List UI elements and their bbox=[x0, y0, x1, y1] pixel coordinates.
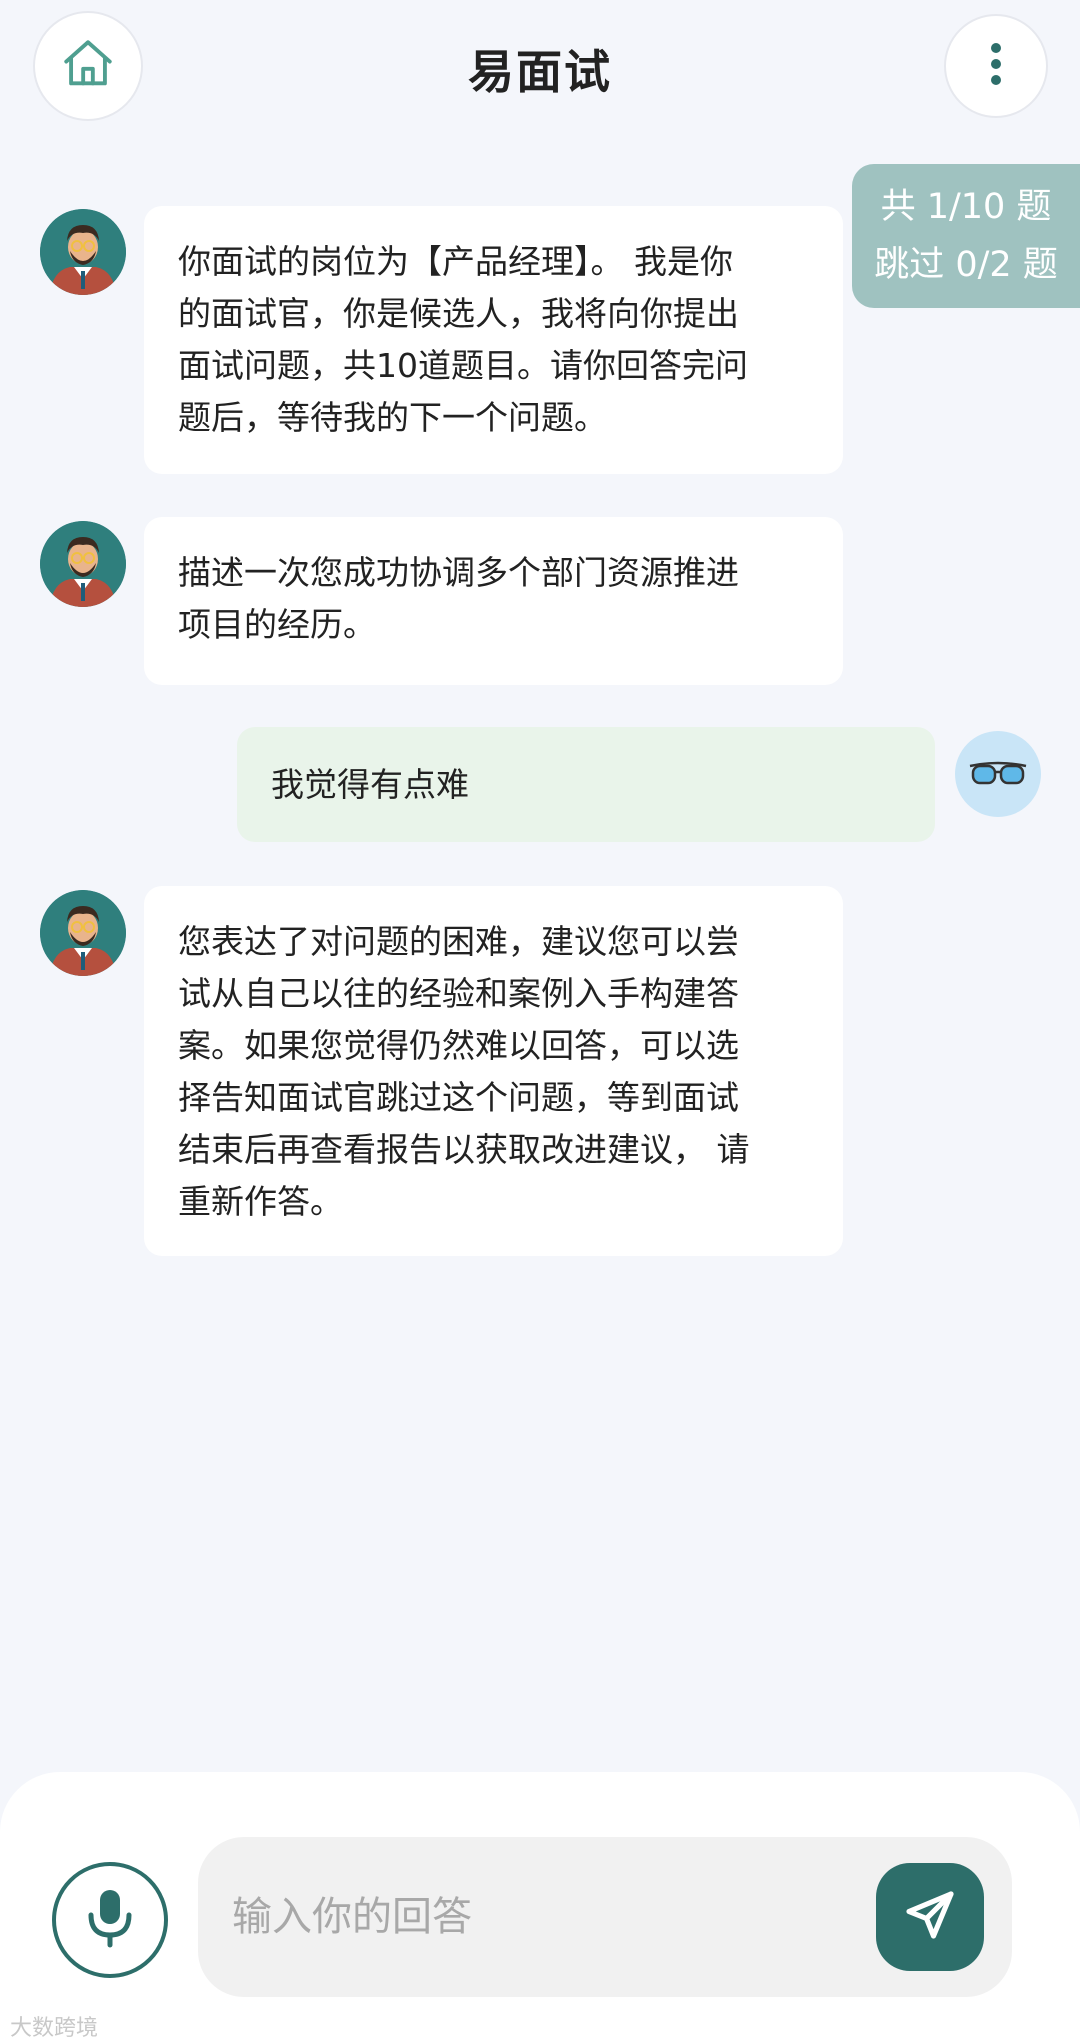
message-line: 面试问题，共10道题目。请你回答完问 bbox=[178, 346, 748, 385]
more-vertical-icon bbox=[986, 39, 1006, 93]
progress-badge: 共 1/10 题 跳过 0/2 题 bbox=[852, 164, 1080, 308]
interviewer-avatar bbox=[40, 521, 126, 607]
message-line: 的面试官，你是候选人，我将向你提出 bbox=[178, 294, 739, 333]
interviewer-message: 您表达了对问题的困难，建议您可以尝 试从自己以往的经验和案例入手构建答 案。如果… bbox=[144, 886, 843, 1256]
message-line: 重新作答。 bbox=[178, 1182, 343, 1221]
interviewer-avatar bbox=[40, 209, 126, 295]
voice-input-button[interactable] bbox=[52, 1862, 168, 1978]
question-count: 共 1/10 题 bbox=[880, 187, 1052, 227]
user-avatar bbox=[955, 731, 1041, 817]
message-line: 您表达了对问题的困难，建议您可以尝 bbox=[178, 922, 739, 961]
message-text: 我觉得有点难 bbox=[271, 764, 469, 804]
glasses-icon bbox=[966, 754, 1030, 794]
page-title: 易面试 bbox=[468, 45, 612, 99]
watermark: 大数跨境 bbox=[10, 2016, 99, 2041]
message-line: 题后，等待我的下一个问题。 bbox=[178, 398, 607, 437]
message-line: 结束后再查看报告以获取改进建议， 请 bbox=[178, 1130, 750, 1169]
message-line: 案。如果您觉得仍然难以回答，可以选 bbox=[178, 1026, 739, 1065]
message-line: 项目的经历。 bbox=[178, 605, 376, 644]
chat-page: 易面试 共 1/10 题 跳过 0/2 题 你面试的岗位为【产品经理】。 我是你… bbox=[0, 0, 1080, 2044]
more-menu-button[interactable] bbox=[944, 14, 1048, 118]
message-line: 择告知面试官跳过这个问题，等到面试 bbox=[178, 1078, 739, 1117]
user-message: 我觉得有点难 bbox=[237, 727, 935, 842]
send-icon bbox=[902, 1887, 958, 1947]
message-line: 你面试的岗位为【产品经理】。 我是你 bbox=[178, 242, 733, 281]
message-line: 描述一次您成功协调多个部门资源推进 bbox=[178, 553, 739, 592]
skip-count: 跳过 0/2 题 bbox=[874, 245, 1058, 285]
interviewer-message: 描述一次您成功协调多个部门资源推进 项目的经历。 bbox=[144, 517, 843, 685]
interviewer-message: 你面试的岗位为【产品经理】。 我是你 的面试官，你是候选人，我将向你提出 面试问… bbox=[144, 206, 843, 474]
microphone-icon bbox=[85, 1887, 135, 1953]
send-button[interactable] bbox=[876, 1863, 984, 1971]
message-line: 试从自己以往的经验和案例入手构建答 bbox=[178, 974, 739, 1013]
interviewer-avatar bbox=[40, 890, 126, 976]
